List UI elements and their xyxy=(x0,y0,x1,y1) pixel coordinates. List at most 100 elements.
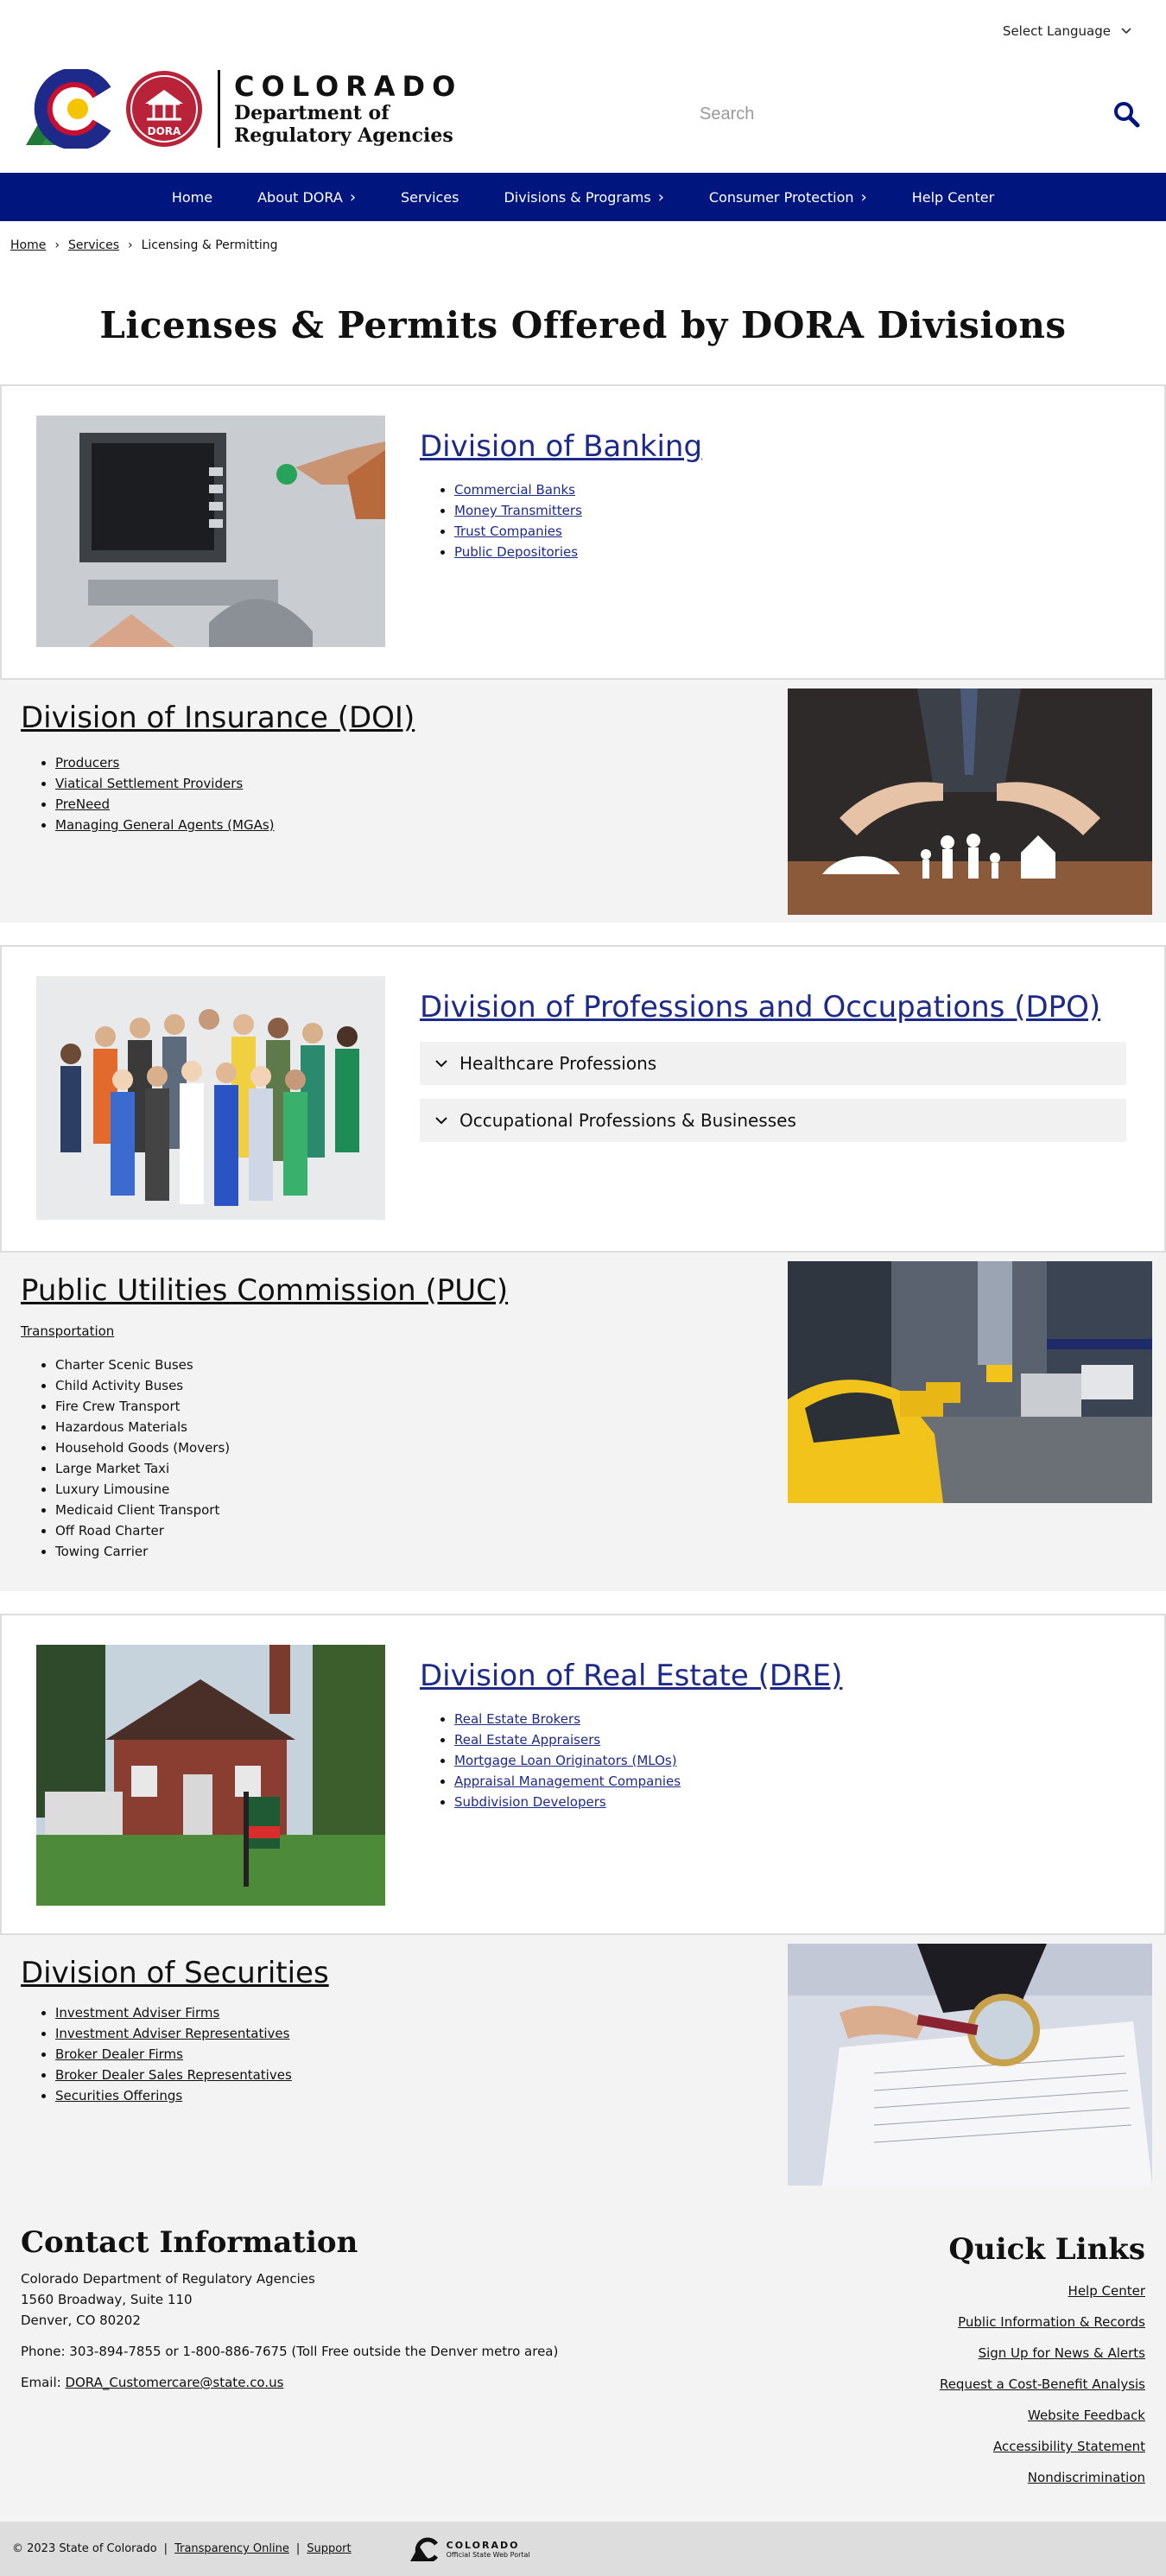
list-item: Real Estate Appraisers xyxy=(454,1729,842,1750)
nav-services[interactable]: Services xyxy=(378,189,481,206)
insurance-title-link[interactable]: Division of Insurance (DOI) xyxy=(21,701,415,735)
dpo-content: Division of Professions and Occupations … xyxy=(420,947,1126,1251)
list-item: Charter Scenic Buses xyxy=(55,1355,508,1375)
list-item: Viatical Settlement Providers xyxy=(55,773,415,794)
support-link[interactable]: Support xyxy=(307,2542,351,2555)
breadcrumb-services[interactable]: Services xyxy=(68,238,119,252)
site-header: Select Language DORA COLORADO Department… xyxy=(0,0,1166,173)
logo-divider xyxy=(218,70,220,148)
breadcrumb-home[interactable]: Home xyxy=(10,238,46,252)
list-item: Household Goods (Movers) xyxy=(55,1437,508,1458)
realestate-link[interactable]: Real Estate Appraisers xyxy=(454,1732,600,1748)
insurance-link[interactable]: Viatical Settlement Providers xyxy=(55,776,243,791)
puc-card: Public Utilities Commission (PUC) Transp… xyxy=(0,1253,1166,1591)
nav-label: Help Center xyxy=(911,188,995,206)
site-footer: Contact Information Colorado Department … xyxy=(0,2206,1166,2522)
banking-title-link[interactable]: Division of Banking xyxy=(420,429,702,464)
quick-link[interactable]: Accessibility Statement xyxy=(940,2436,1145,2457)
transparency-link[interactable]: Transparency Online xyxy=(174,2542,289,2555)
contact-info: Contact Information Colorado Department … xyxy=(21,2228,558,2393)
realestate-link[interactable]: Mortgage Loan Originators (MLOs) xyxy=(454,1753,677,1768)
list-item: Real Estate Brokers xyxy=(454,1709,842,1729)
securities-link[interactable]: Securities Offerings xyxy=(55,2088,182,2103)
realestate-link[interactable]: Real Estate Brokers xyxy=(454,1711,580,1727)
realestate-card: Division of Real Estate (DRE) Real Estat… xyxy=(0,1614,1166,1935)
securities-link[interactable]: Broker Dealer Firms xyxy=(55,2046,183,2062)
nav-divisions[interactable]: Divisions & Programs › xyxy=(481,188,686,206)
search-box xyxy=(700,97,1149,131)
realestate-link[interactable]: Subdivision Developers xyxy=(454,1794,606,1810)
colorado-c-logo-icon xyxy=(26,69,111,149)
nav-home[interactable]: Home xyxy=(149,189,235,206)
language-selector[interactable]: Select Language xyxy=(1003,23,1131,39)
quick-link[interactable]: Sign Up for News & Alerts xyxy=(940,2343,1145,2363)
contact-address2: Denver, CO 80202 xyxy=(21,2313,141,2328)
contact-email-link[interactable]: DORA_Customercare@state.co.us xyxy=(65,2375,283,2390)
quick-link[interactable]: Public Information & Records xyxy=(940,2312,1145,2332)
banking-link[interactable]: Money Transmitters xyxy=(454,503,582,518)
search-icon[interactable] xyxy=(1112,100,1140,128)
securities-link[interactable]: Investment Adviser Firms xyxy=(55,2005,219,2021)
nav-about[interactable]: About DORA › xyxy=(235,188,378,206)
portal-subtitle: Official State Web Portal xyxy=(446,2550,530,2559)
insurance-link[interactable]: Managing General Agents (MGAs) xyxy=(55,817,275,833)
separator: | xyxy=(295,2542,301,2555)
insurance-link[interactable]: PreNeed xyxy=(55,796,110,812)
list-item: Money Transmitters xyxy=(454,500,702,521)
realestate-title-link[interactable]: Division of Real Estate (DRE) xyxy=(420,1659,842,1693)
quick-link[interactable]: Website Feedback xyxy=(940,2405,1145,2426)
list-item: Mortgage Loan Originators (MLOs) xyxy=(454,1750,842,1771)
banking-link[interactable]: Commercial Banks xyxy=(454,482,575,498)
insurance-list: Producers Viatical Settlement Providers … xyxy=(21,752,415,835)
nav-help-center[interactable]: Help Center xyxy=(890,189,1017,206)
list-item: Trust Companies xyxy=(454,521,702,542)
securities-title-link[interactable]: Division of Securities xyxy=(21,1956,329,1990)
contact-address1: 1560 Broadway, Suite 110 xyxy=(21,2292,193,2307)
puc-content: Public Utilities Commission (PUC) Transp… xyxy=(0,1253,508,1591)
accordion-occupational[interactable]: Occupational Professions & Businesses xyxy=(420,1099,1126,1142)
quick-link[interactable]: Request a Cost-Benefit Analysis xyxy=(940,2374,1145,2395)
language-label: Select Language xyxy=(1002,23,1111,39)
insurance-link[interactable]: Producers xyxy=(55,755,119,771)
list-item: Broker Dealer Sales Representatives xyxy=(55,2065,329,2085)
colorado-portal-logo[interactable]: COLORADO Official State Web Portal xyxy=(409,2537,530,2561)
nav-label: Home xyxy=(171,188,213,206)
bottom-bar: © 2023 State of Colorado | Transparency … xyxy=(0,2522,1166,2576)
accordion-healthcare[interactable]: Healthcare Professions xyxy=(420,1042,1126,1085)
dpo-title-link[interactable]: Division of Professions and Occupations … xyxy=(420,990,1126,1025)
list-item: PreNeed xyxy=(55,794,415,815)
nav-label: Services xyxy=(401,188,459,206)
securities-link[interactable]: Broker Dealer Sales Representatives xyxy=(55,2067,292,2083)
quick-link[interactable]: Help Center xyxy=(940,2281,1145,2301)
search-input[interactable] xyxy=(700,97,1080,131)
realestate-list: Real Estate Brokers Real Estate Appraise… xyxy=(420,1709,842,1812)
list-item: Large Market Taxi xyxy=(55,1458,508,1479)
professionals-image xyxy=(36,976,385,1220)
svg-text:DORA: DORA xyxy=(148,125,181,137)
list-item: Investment Adviser Representatives xyxy=(55,2023,329,2044)
insurance-image xyxy=(788,688,1152,915)
house-image xyxy=(36,1645,385,1906)
chevron-right-icon: › xyxy=(860,187,867,206)
quick-link[interactable]: Nondiscrimination xyxy=(940,2467,1145,2488)
dora-logo[interactable]: DORA COLORADO Department of Regulatory A… xyxy=(24,69,462,149)
breadcrumb-separator-icon: › xyxy=(128,238,133,252)
realestate-link[interactable]: Appraisal Management Companies xyxy=(454,1773,681,1789)
breadcrumb: Home › Services › Licensing & Permitting xyxy=(0,221,1166,270)
realestate-content: Division of Real Estate (DRE) Real Estat… xyxy=(420,1615,842,1933)
banking-link[interactable]: Trust Companies xyxy=(454,523,562,539)
banking-link[interactable]: Public Depositories xyxy=(454,544,578,560)
contact-org: Colorado Department of Regulatory Agenci… xyxy=(21,2271,315,2287)
logo-dept-line2: Regulatory Agencies xyxy=(234,124,453,147)
list-item: Appraisal Management Companies xyxy=(454,1771,842,1792)
logo-dept-line1: Department of xyxy=(234,102,390,124)
portal-title: COLORADO xyxy=(446,2539,520,2551)
spacer xyxy=(0,2194,1166,2206)
contact-email-label: Email: xyxy=(21,2375,66,2390)
list-item: Subdivision Developers xyxy=(454,1792,842,1812)
puc-title-link[interactable]: Public Utilities Commission (PUC) xyxy=(21,1273,508,1308)
nav-consumer-protection[interactable]: Consumer Protection › xyxy=(687,188,890,206)
securities-link[interactable]: Investment Adviser Representatives xyxy=(55,2026,289,2041)
puc-transportation-link[interactable]: Transportation xyxy=(21,1323,508,1339)
chevron-down-icon xyxy=(435,1059,447,1067)
